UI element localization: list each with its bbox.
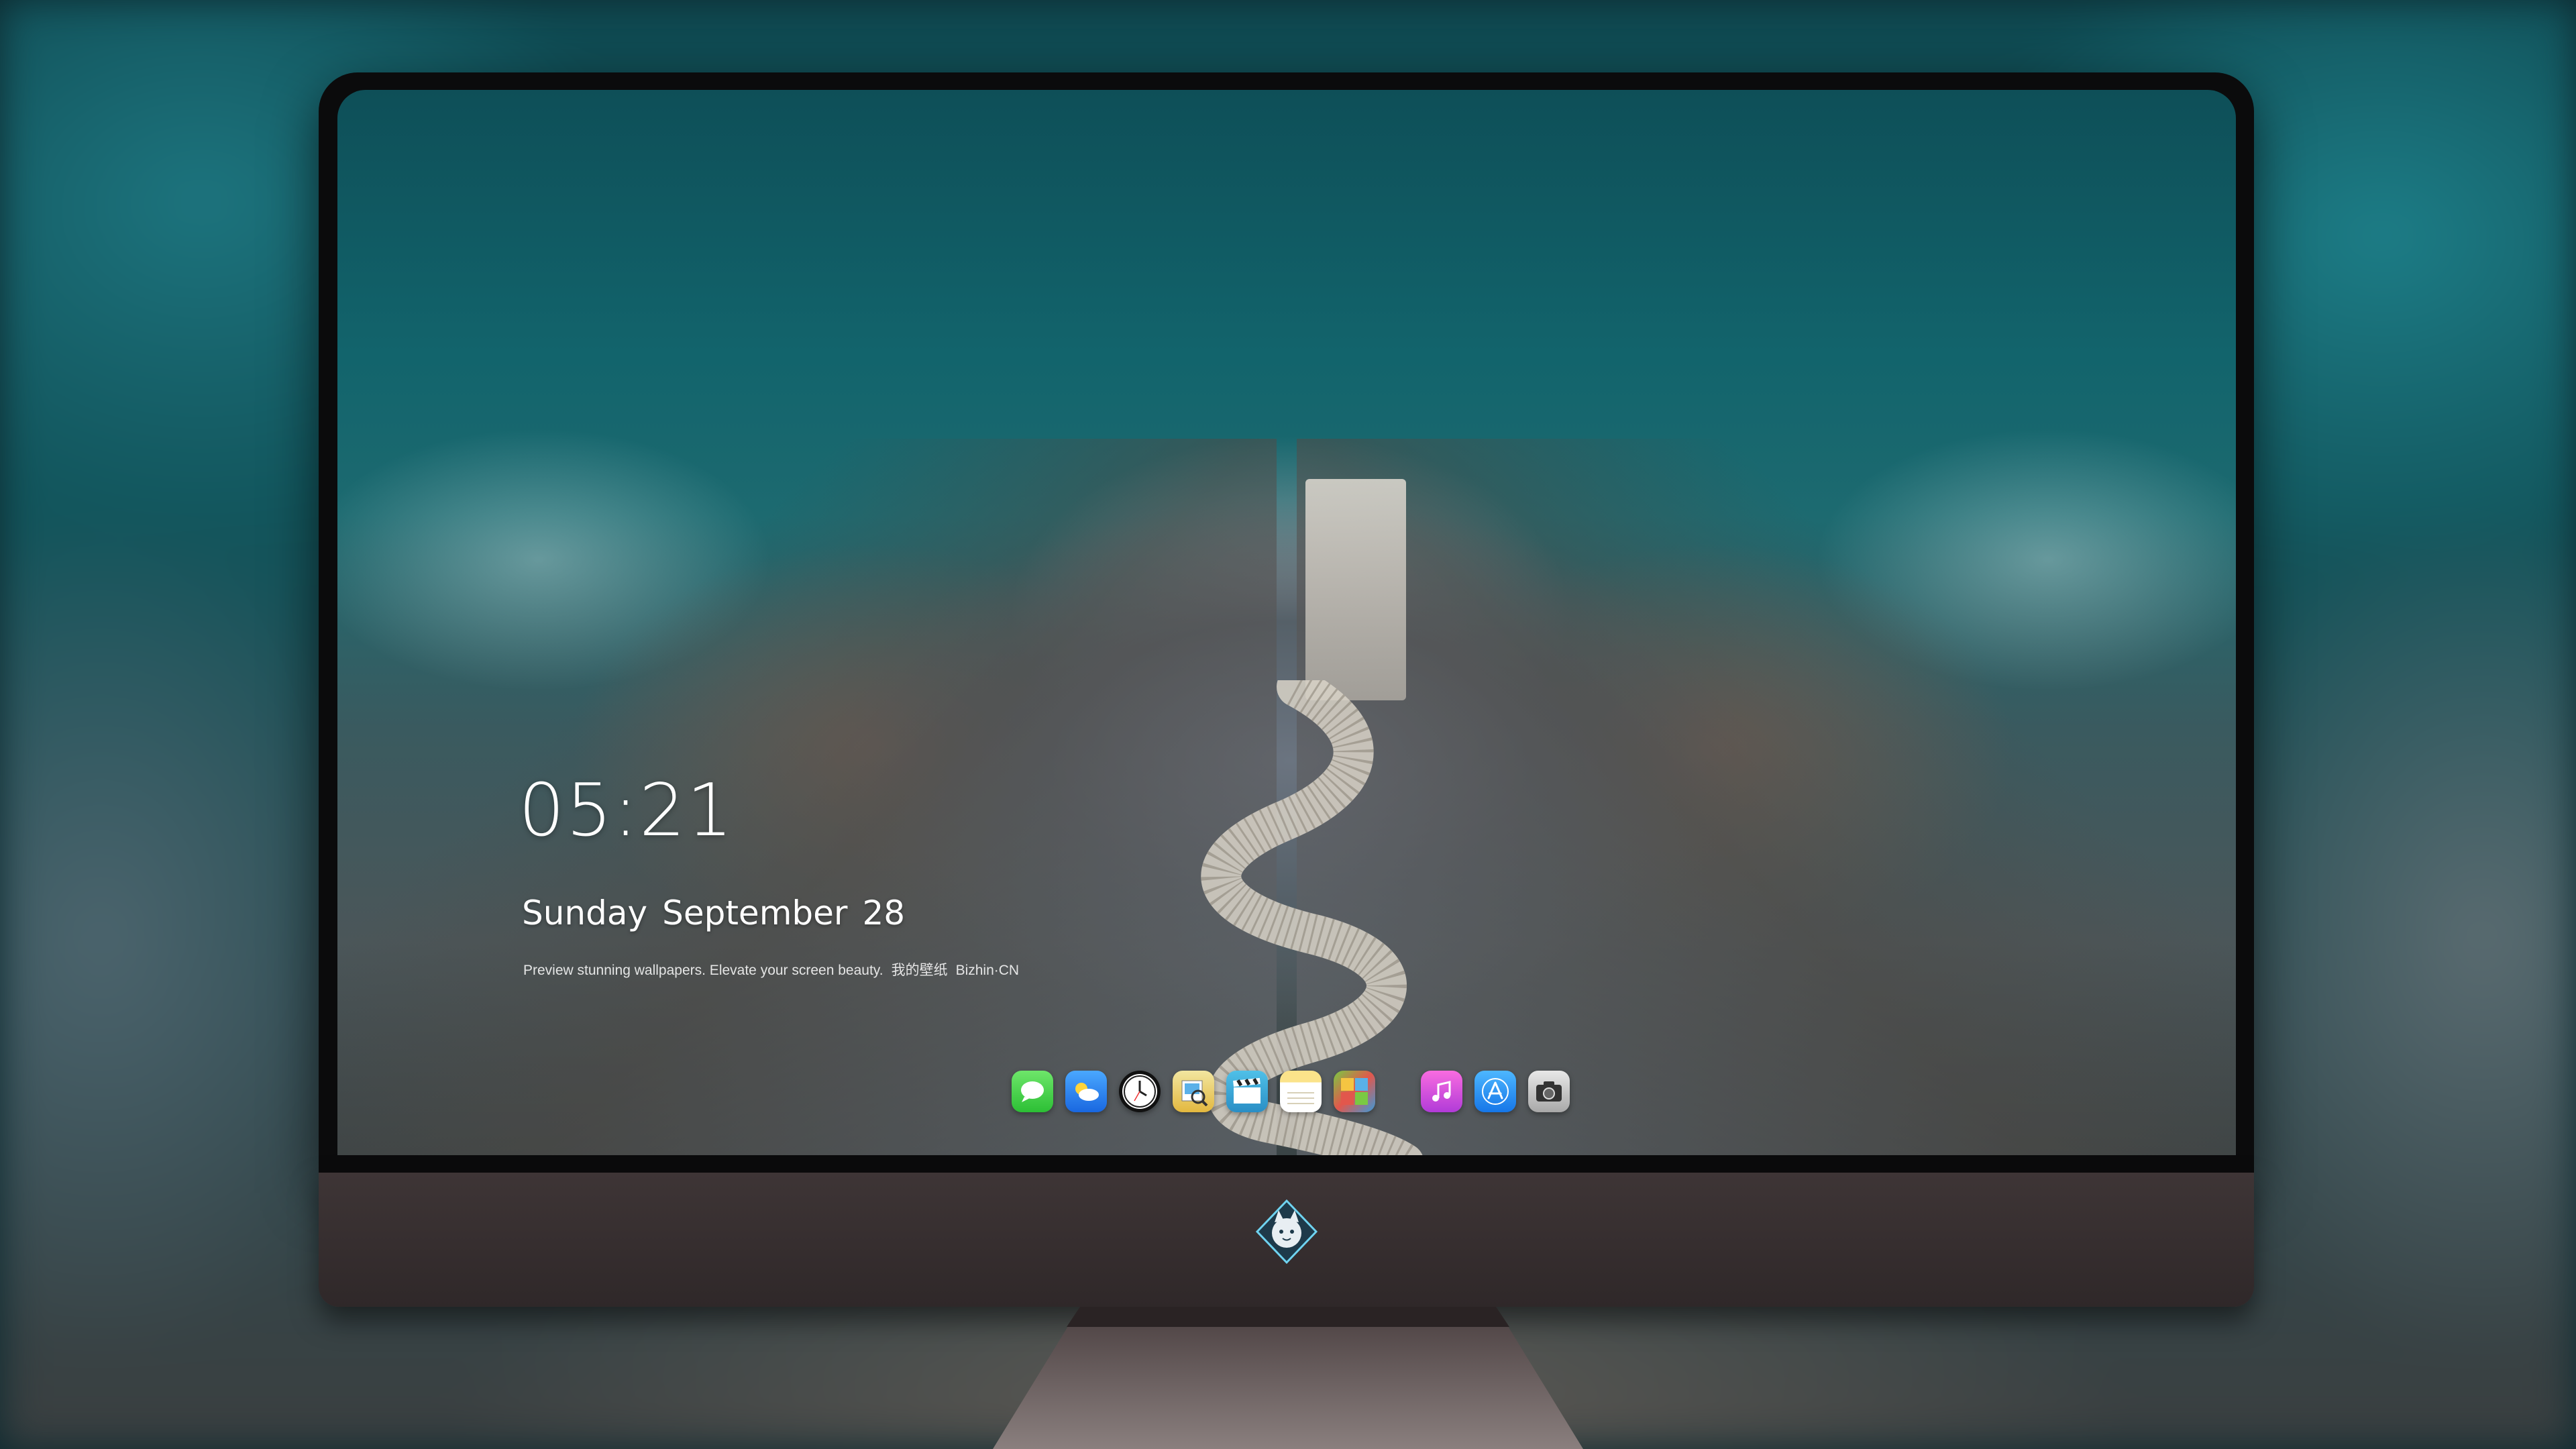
music-icon[interactable] [1421,1071,1462,1112]
weather-icon[interactable] [1065,1071,1107,1112]
notes-icon[interactable] [1280,1071,1322,1112]
wallpaper-pier [1305,479,1406,700]
lock-clock: 05:21 [519,769,735,853]
tagline-text: Preview stunning wallpapers. Elevate you… [523,963,883,978]
day-label: 28 [862,894,906,932]
wallpaper-rock-right [1297,439,2236,1155]
photo-booth-icon[interactable] [1334,1071,1375,1112]
tagline-brand-cn: 我的壁纸 [891,963,948,978]
fox-mascot-logo-icon [1255,1199,1318,1265]
lock-date: Sunday September 28 [522,894,920,932]
tagline-brand: Bizhin·CN [955,963,1020,978]
clock-icon[interactable] [1119,1071,1161,1112]
month-label: September [662,894,848,932]
clapperboard-icon[interactable] [1226,1071,1268,1112]
desktop-screen: 05:21 Sunday September 28 Preview stunning… [337,90,2236,1155]
dock [1012,1071,1582,1112]
app-store-icon[interactable] [1474,1071,1516,1112]
weekday-label: Sunday [522,894,648,932]
messages-icon[interactable] [1012,1071,1053,1112]
wallpaper-rock-left [337,439,1277,1155]
preview-icon[interactable] [1173,1071,1214,1112]
camera-icon[interactable] [1528,1071,1570,1112]
monitor-stand [993,1307,1583,1449]
wallpaper-tagline: Preview stunning wallpapers. Elevate you… [523,959,1027,979]
monitor-bezel: 05:21 Sunday September 28 Preview stunning… [319,72,2254,1173]
